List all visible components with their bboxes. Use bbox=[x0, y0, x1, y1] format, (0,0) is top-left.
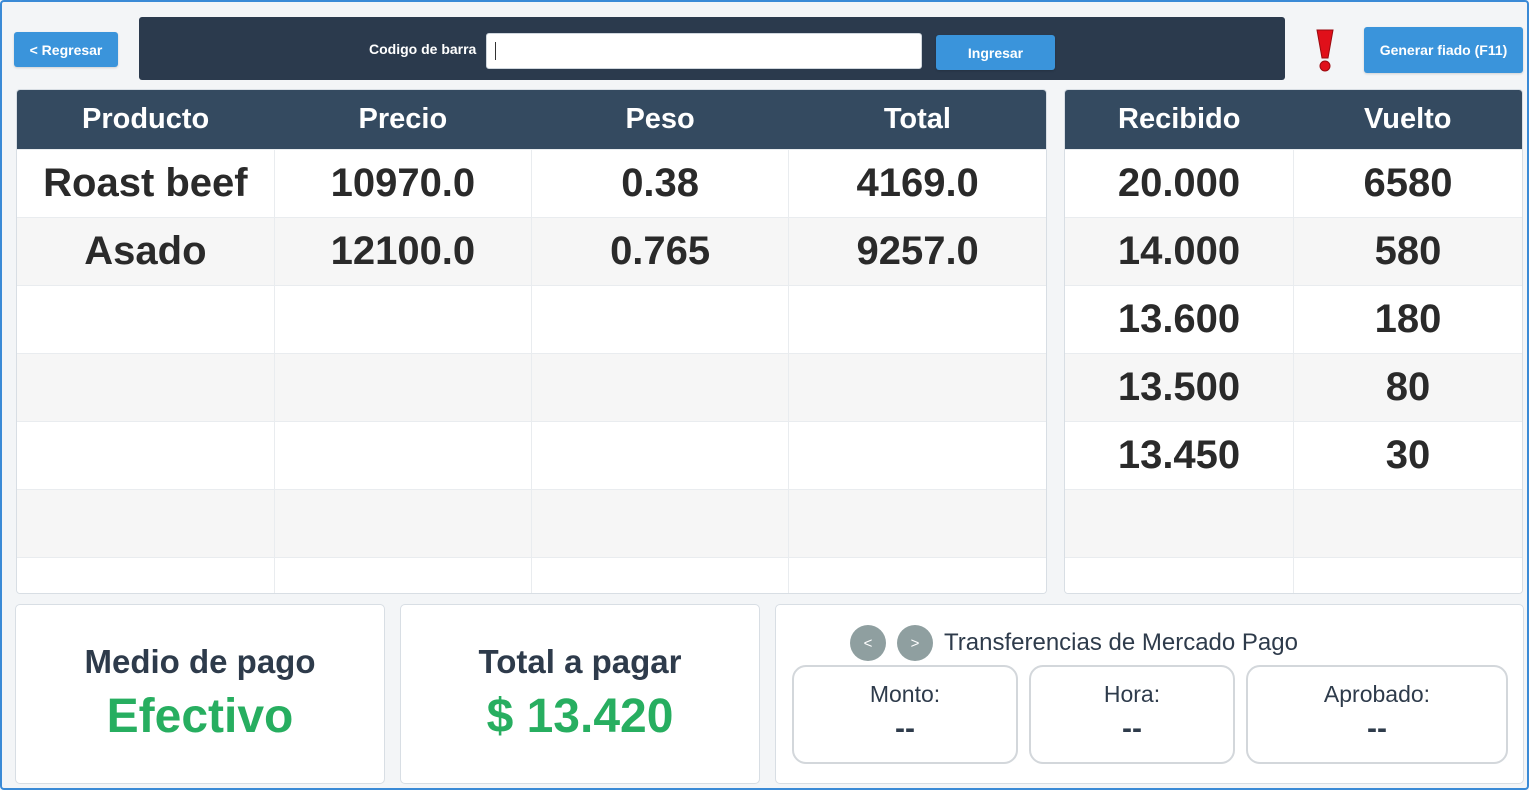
table-row[interactable]: 20.000 6580 bbox=[1065, 149, 1522, 218]
payment-method-title: Medio de pago bbox=[84, 643, 316, 680]
cell-vuelto: 580 bbox=[1293, 217, 1522, 286]
table-row[interactable]: 13.450 30 bbox=[1065, 421, 1522, 490]
approved-value: -- bbox=[1367, 712, 1387, 745]
products-header-row: Producto Precio Peso Total bbox=[17, 90, 1046, 150]
empty-row bbox=[17, 353, 1046, 422]
barcode-label: Codigo de barra bbox=[369, 41, 477, 57]
approved-box: Aprobado: -- bbox=[1246, 665, 1508, 764]
column-header-total: Total bbox=[788, 90, 1046, 150]
cell-recibido: 13.500 bbox=[1065, 353, 1294, 422]
payment-method-value: Efectivo bbox=[106, 690, 294, 743]
exclamation-icon[interactable] bbox=[1312, 28, 1338, 72]
total-title: Total a pagar bbox=[478, 643, 682, 680]
empty-row bbox=[17, 489, 1046, 558]
cell-recibido: 13.600 bbox=[1065, 285, 1294, 354]
total-value: $ 13.420 bbox=[486, 690, 674, 743]
time-box: Hora: -- bbox=[1029, 665, 1235, 764]
column-header-precio: Precio bbox=[274, 90, 532, 150]
products-table-panel: Producto Precio Peso Total Roast beef 10… bbox=[16, 89, 1047, 594]
cell-peso: 0.765 bbox=[531, 217, 790, 286]
mercadopago-title: Transferencias de Mercado Pago bbox=[944, 629, 1298, 656]
total-card: Total a pagar $ 13.420 bbox=[400, 604, 760, 784]
empty-row bbox=[1065, 557, 1522, 593]
table-row[interactable]: Roast beef 10970.0 0.38 4169.0 bbox=[17, 149, 1046, 218]
amount-box: Monto: -- bbox=[792, 665, 1018, 764]
empty-row bbox=[1065, 489, 1522, 558]
cell-peso: 0.38 bbox=[531, 149, 790, 218]
column-header-vuelto: Vuelto bbox=[1293, 90, 1522, 150]
cell-recibido: 13.450 bbox=[1065, 421, 1294, 490]
products-table: Producto Precio Peso Total Roast beef 10… bbox=[17, 90, 1046, 593]
pos-window: < Regresar Codigo de barra Ingresar Gene… bbox=[0, 0, 1529, 790]
amount-value: -- bbox=[895, 712, 915, 745]
cell-vuelto: 6580 bbox=[1293, 149, 1522, 218]
change-table: Recibido Vuelto 20.000 6580 14.000 580 1… bbox=[1065, 90, 1522, 593]
column-header-producto: Producto bbox=[17, 90, 275, 150]
empty-row bbox=[17, 285, 1046, 354]
cell-total: 9257.0 bbox=[788, 217, 1046, 286]
cell-vuelto: 80 bbox=[1293, 353, 1522, 422]
payment-method-card[interactable]: Medio de pago Efectivo bbox=[15, 604, 385, 784]
ingresar-button[interactable]: Ingresar bbox=[936, 35, 1055, 70]
generate-credit-button[interactable]: Generar fiado (F11) bbox=[1364, 27, 1523, 73]
column-header-peso: Peso bbox=[531, 90, 789, 150]
time-value: -- bbox=[1122, 712, 1142, 745]
table-row[interactable]: 13.600 180 bbox=[1065, 285, 1522, 354]
column-header-recibido: Recibido bbox=[1065, 90, 1294, 150]
table-row[interactable]: Asado 12100.0 0.765 9257.0 bbox=[17, 217, 1046, 286]
cell-vuelto: 180 bbox=[1293, 285, 1522, 354]
cell-precio: 10970.0 bbox=[274, 149, 533, 218]
cell-total: 4169.0 bbox=[788, 149, 1046, 218]
next-transfer-button[interactable]: > bbox=[897, 625, 933, 661]
empty-row bbox=[17, 421, 1046, 490]
cell-vuelto: 30 bbox=[1293, 421, 1522, 490]
change-table-panel: Recibido Vuelto 20.000 6580 14.000 580 1… bbox=[1064, 89, 1523, 594]
cell-recibido: 14.000 bbox=[1065, 217, 1294, 286]
cell-producto: Roast beef bbox=[17, 149, 275, 218]
mercadopago-card: < > Transferencias de Mercado Pago Monto… bbox=[775, 604, 1524, 784]
time-label: Hora: bbox=[1103, 681, 1161, 707]
text-caret bbox=[495, 42, 496, 60]
cell-precio: 12100.0 bbox=[274, 217, 533, 286]
table-row[interactable]: 14.000 580 bbox=[1065, 217, 1522, 286]
back-button[interactable]: < Regresar bbox=[14, 32, 118, 67]
cell-producto: Asado bbox=[17, 217, 275, 286]
cell-recibido: 20.000 bbox=[1065, 149, 1294, 218]
change-header-row: Recibido Vuelto bbox=[1065, 90, 1522, 150]
amount-label: Monto: bbox=[869, 681, 941, 707]
barcode-input[interactable] bbox=[486, 33, 922, 69]
barcode-bar: Codigo de barra Ingresar bbox=[139, 17, 1285, 80]
empty-row bbox=[17, 557, 1046, 593]
table-row[interactable]: 13.500 80 bbox=[1065, 353, 1522, 422]
approved-label: Aprobado: bbox=[1323, 681, 1431, 707]
prev-transfer-button[interactable]: < bbox=[850, 625, 886, 661]
